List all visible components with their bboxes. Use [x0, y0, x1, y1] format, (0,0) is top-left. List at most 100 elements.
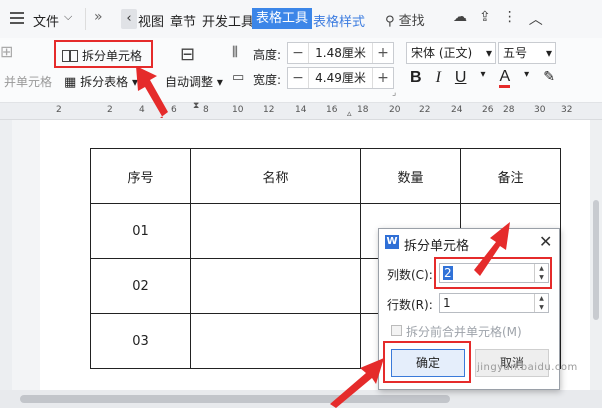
tab-table-style[interactable]: 表格样式	[313, 11, 365, 30]
table-header-cell[interactable]: 数量	[360, 148, 461, 204]
ruler-tick: 20	[389, 105, 401, 115]
menu-icon[interactable]	[10, 12, 24, 24]
rows-label: 行数(R):	[387, 298, 433, 312]
tab-view[interactable]: 视图	[138, 11, 164, 30]
vertical-scrollbar[interactable]	[590, 120, 602, 390]
table-cell[interactable]	[190, 203, 361, 259]
vertical-ruler	[0, 120, 12, 390]
ruler-tick: 10	[232, 105, 244, 115]
italic-icon[interactable]: I	[436, 69, 441, 88]
width-stepper[interactable]: − 4.49厘米 +	[287, 67, 394, 89]
height-stepper[interactable]: − 1.48厘米 +	[287, 42, 394, 64]
width-decrease-button[interactable]: −	[288, 70, 308, 86]
ruler-tick: 6	[171, 105, 177, 115]
table-cell[interactable]: 01	[90, 203, 191, 259]
ruler-tick: 14	[295, 105, 307, 115]
merge-cell-icon[interactable]: ⊞	[0, 42, 13, 61]
tab-section[interactable]: 章节	[170, 11, 196, 30]
file-menu[interactable]: 文件	[33, 11, 59, 30]
scroll-left-icon[interactable]: ‹	[121, 9, 137, 29]
height-label: 高度:	[253, 48, 282, 62]
indent-marker-icon[interactable]: ⧗	[193, 101, 199, 111]
horizontal-scrollbar[interactable]	[0, 390, 602, 408]
height-value[interactable]: 1.48厘米	[308, 43, 373, 63]
height-increase-button[interactable]: +	[373, 45, 393, 61]
auto-adjust-label: 自动调整	[165, 75, 214, 89]
auto-adjust-button[interactable]: 自动调整 ▾	[165, 73, 223, 90]
column-marker-icon[interactable]: ▵	[347, 109, 352, 119]
split-table-label: 拆分表格	[80, 75, 129, 89]
ruler-tick: 4	[139, 105, 145, 115]
ruler-tick: 28	[503, 105, 515, 115]
scrollbar-thumb[interactable]	[20, 395, 450, 403]
ruler-tick: 2	[107, 105, 113, 115]
cloud-sync-icon[interactable]: ☁	[453, 9, 467, 29]
search-button[interactable]: ⚲ 查找	[385, 10, 425, 29]
width-increase-button[interactable]: +	[373, 70, 393, 86]
height-decrease-button[interactable]: −	[288, 45, 308, 61]
tab-developer[interactable]: 开发工具	[202, 11, 254, 30]
merge-cell-label[interactable]: 并单元格	[4, 73, 52, 90]
expand-icon[interactable]: ⌟	[392, 88, 396, 98]
divider	[85, 8, 86, 30]
ruler-tick: 24	[451, 105, 463, 115]
width-label: 宽度:	[253, 73, 282, 87]
bold-icon[interactable]: B	[410, 69, 422, 88]
font-name-value: 宋体 (正文)	[411, 46, 473, 60]
table-cell[interactable]: 03	[90, 313, 191, 369]
more-icon[interactable]: »	[94, 9, 103, 25]
table-header-cell[interactable]: 序号	[90, 148, 191, 204]
table-cell[interactable]	[190, 313, 361, 369]
ruler-tick: 30	[534, 105, 546, 115]
height-icon: ⫼	[232, 45, 238, 60]
rows-input[interactable]: 1 ▲ ▼	[439, 293, 549, 313]
dialog-title: 拆分单元格	[404, 239, 470, 254]
ruler-tick: 16	[326, 105, 338, 115]
highlight-pen-icon[interactable]: ✎	[543, 69, 555, 88]
underline-icon[interactable]: U	[455, 69, 467, 88]
rows-value: 1	[443, 296, 451, 310]
width-icon: ▭	[232, 70, 245, 85]
width-value[interactable]: 4.49厘米	[308, 68, 373, 88]
merge-before-split-checkbox[interactable]	[391, 325, 402, 336]
menu-bar: 文件 ⌵ » ‹ 视图 章节 开发工具 表格工具 表格样式 ⚲ 查找 ☁ ⇪ ⋮…	[0, 0, 602, 38]
columns-label: 列数(C):	[387, 268, 433, 282]
highlight-box	[434, 257, 552, 289]
ruler-tick: 12	[263, 105, 275, 115]
auto-adjust-icon[interactable]: ⊟	[180, 44, 195, 65]
highlight-box	[383, 341, 471, 383]
tab-table-tools[interactable]: 表格工具	[252, 8, 313, 29]
collapse-icon[interactable]: ︿	[529, 9, 543, 29]
search-icon: ⚲	[385, 14, 395, 29]
ruler-tick: 22	[419, 105, 431, 115]
ruler-tick: 8	[203, 105, 209, 115]
wps-logo-icon: W	[385, 235, 399, 249]
font-name-select[interactable]: 宋体 (正文) ▾	[406, 42, 496, 64]
chevron-down-icon: ▾	[545, 46, 552, 60]
table-cell[interactable]: 02	[90, 258, 191, 314]
chevron-down-icon[interactable]: ▾	[480, 69, 485, 88]
chevron-down-icon[interactable]: ▾	[524, 69, 529, 88]
table-header-cell[interactable]: 名称	[190, 148, 361, 204]
font-size-value: 五号	[503, 46, 528, 60]
chevron-down-icon: ▾	[485, 46, 492, 60]
chevron-down-icon[interactable]: ⌵	[64, 10, 72, 24]
ruler-tick: 18	[357, 105, 369, 115]
close-icon[interactable]: ✕	[539, 232, 552, 251]
more-options-icon[interactable]: ⋮	[503, 9, 517, 29]
split-table-button[interactable]: ▦ 拆分表格 ▾	[64, 73, 138, 90]
spin-arrows-icon[interactable]: ▲ ▼	[534, 294, 548, 312]
table-cell[interactable]	[190, 258, 361, 314]
watermark: jingyan.baidu.com	[477, 362, 578, 373]
split-table-icon: ▦	[64, 75, 77, 90]
scrollbar-thumb[interactable]	[593, 200, 599, 320]
horizontal-ruler: 2 2 4 6 8 10 12 14 16 18 20 22 24 26 28 …	[0, 101, 602, 120]
table-header-cell[interactable]: 备注	[460, 148, 561, 204]
font-size-select[interactable]: 五号 ▾	[498, 42, 556, 64]
merge-before-split-label: 拆分前合并单元格(M)	[406, 325, 522, 339]
font-color-icon[interactable]: A	[499, 69, 511, 88]
dialog-header: W 拆分单元格 ✕	[379, 229, 559, 255]
share-icon[interactable]: ⇪	[479, 9, 491, 29]
ruler-tick: 2	[56, 105, 62, 115]
ruler-tick: 26	[482, 105, 494, 115]
